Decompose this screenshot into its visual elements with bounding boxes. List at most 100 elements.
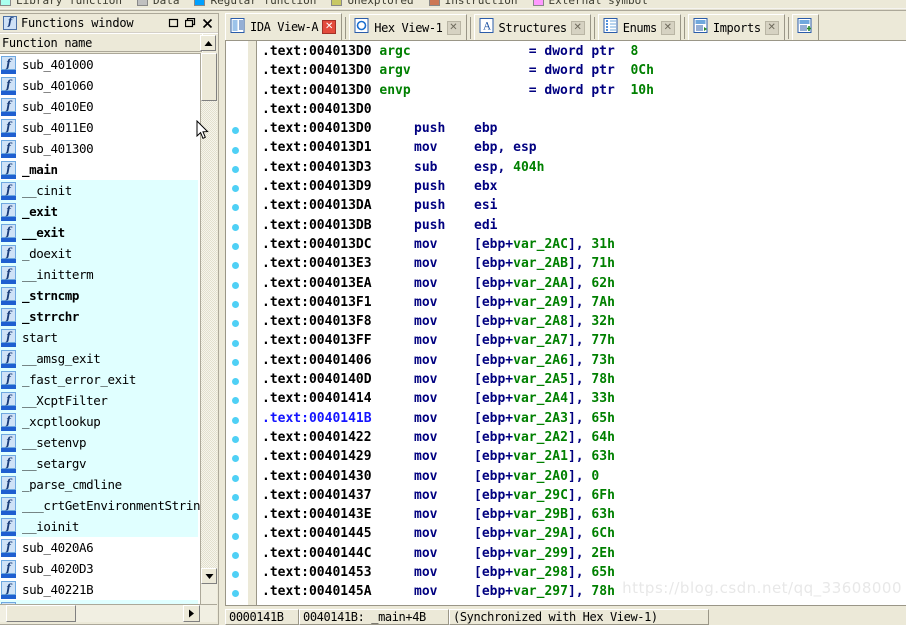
breakpoint-dot[interactable] [232, 378, 239, 386]
disassembly-line[interactable]: .text:00401406 mov [ebp+var_2A6], 73h [262, 353, 906, 372]
disassembly-line[interactable]: .text:004013D0 envp = dword ptr 10h [262, 83, 906, 102]
disassembly-line[interactable]: .text:004013EA mov [ebp+var_2AA], 62h [262, 276, 906, 295]
list-item[interactable]: f _xcptlookup [0, 411, 198, 432]
list-item[interactable]: f sub_40221B [0, 579, 198, 600]
list-item[interactable]: f sub_401060 [0, 75, 198, 96]
disassembly-line[interactable]: .text:0040144C mov [ebp+var_299], 2Eh [262, 546, 906, 565]
breakpoint-dot[interactable] [232, 513, 239, 521]
breakpoint-dot[interactable] [232, 416, 239, 424]
list-item[interactable]: f sub_4020A6 [0, 537, 198, 558]
disassembly-line[interactable]: .text:004013D0 [262, 102, 906, 121]
scroll-up-icon[interactable] [200, 35, 216, 51]
breakpoint-dot[interactable] [232, 165, 239, 173]
functions-horizontal-scrollbar[interactable] [0, 604, 217, 622]
disassembly-line[interactable]: .text:004013E3 mov [ebp+var_2AB], 71h [262, 256, 906, 275]
list-item[interactable]: f __cinit [0, 180, 198, 201]
hscroll-thumb[interactable] [6, 605, 76, 622]
list-item[interactable]: f sub_401000 [0, 54, 198, 75]
list-item[interactable]: f __setenvp [0, 432, 198, 453]
disassembly-line[interactable]: .text:0040143E mov [ebp+var_29B], 63h [262, 507, 906, 526]
list-item[interactable]: f _exit [0, 201, 198, 222]
disassembly-line[interactable]: .text:004013DA push esi [262, 198, 906, 217]
disassembly-line[interactable]: .text:004013D0 push ebp [262, 121, 906, 140]
disassembly-line[interactable]: .text:004013FF mov [ebp+var_2A7], 77h [262, 333, 906, 352]
disassembly-line[interactable]: .text:0040141B mov [ebp+var_2A3], 65h [262, 411, 906, 430]
breakpoint-dot[interactable] [232, 339, 239, 347]
disassembly-line[interactable]: .text:0040140D mov [ebp+var_2A5], 78h [262, 372, 906, 391]
breakpoint-dot[interactable] [232, 185, 239, 193]
disassembly-code-area[interactable]: .text:004013D0 argc = dword ptr 8 .text:00… [258, 41, 906, 605]
list-item[interactable]: f _main [0, 159, 198, 180]
breakpoint-dot[interactable] [232, 127, 239, 135]
functions-list[interactable]: f sub_401000 f sub_401060 f sub_4010E0 f sub_40… [0, 53, 217, 604]
breakpoint-dot[interactable] [232, 474, 239, 482]
disassembly-line[interactable]: .text:004013D1 mov ebp, esp [262, 140, 906, 159]
disassembly-line[interactable]: .text:00401414 mov [ebp+var_2A4], 33h [262, 391, 906, 410]
breakpoint-dot[interactable] [232, 436, 239, 443]
minimize-icon[interactable] [165, 16, 182, 31]
list-item[interactable]: f sub_4010E0 [0, 96, 198, 117]
close-icon[interactable]: ✕ [570, 20, 585, 35]
breakpoint-dot[interactable] [232, 262, 239, 270]
list-item[interactable]: f __exit [0, 222, 198, 243]
list-item[interactable]: f __amsg_exit [0, 348, 198, 369]
scroll-track[interactable] [201, 101, 217, 568]
tab-exports[interactable] [791, 14, 819, 40]
tab-enums[interactable]: Enums ✕ [597, 14, 681, 40]
list-item[interactable]: f __initterm [0, 264, 198, 285]
breakpoint-dot[interactable] [232, 590, 239, 598]
list-item[interactable]: f start [0, 327, 198, 348]
disassembly-line[interactable]: .text:00401461mov[ebp+var_296], 65h [262, 604, 906, 605]
disassembly-line[interactable]: .text:00401445 mov [ebp+var_29A], 6Ch [262, 526, 906, 545]
breakpoint-dot[interactable] [232, 146, 239, 154]
breakpoint-dot[interactable] [232, 358, 239, 366]
close-icon[interactable]: ✕ [660, 20, 675, 35]
breakpoint-dot[interactable] [232, 243, 239, 250]
restore-icon[interactable] [182, 16, 199, 31]
breakpoint-gutter[interactable] [226, 41, 248, 605]
disassembly-line[interactable]: .text:00401422 mov [ebp+var_2A2], 64h [262, 430, 906, 449]
list-item[interactable]: f _strrchr [0, 306, 198, 327]
disassembly-line[interactable]: .text:004013DC mov [ebp+var_2AC], 31h [262, 237, 906, 256]
disassembly-line[interactable]: .text:004013F1 mov [ebp+var_2A9], 7Ah [262, 295, 906, 314]
breakpoint-dot[interactable] [232, 551, 239, 559]
scroll-down-icon[interactable] [201, 568, 217, 584]
function-name-column-header[interactable]: Function name [0, 33, 218, 52]
close-icon[interactable] [199, 16, 216, 31]
list-item[interactable]: f __setargv [0, 453, 198, 474]
breakpoint-dot[interactable] [232, 223, 239, 231]
breakpoint-dot[interactable] [232, 320, 239, 328]
tab-hex-view-1[interactable]: Hex View-1 ✕ [349, 14, 467, 40]
breakpoint-dot[interactable] [232, 493, 239, 501]
list-item[interactable]: f __XcptFilter [0, 390, 198, 411]
breakpoint-dot[interactable] [232, 204, 239, 212]
disassembly-line[interactable]: .text:004013D0 argv = dword ptr 0Ch [262, 63, 906, 82]
breakpoint-dot[interactable] [232, 455, 239, 463]
disassembly-line[interactable]: .text:0040145A mov [ebp+var_297], 78h [262, 584, 906, 603]
list-item[interactable]: f _parse_cmdline [0, 474, 198, 495]
disassembly-line[interactable]: .text:00401429 mov [ebp+var_2A1], 63h [262, 449, 906, 468]
tab-structures[interactable]: A Structures ✕ [473, 14, 591, 40]
tab-ida-view-a[interactable]: IDA View-A ✕ [225, 13, 343, 40]
list-item[interactable]: f sub_401300 [0, 138, 198, 159]
ida-view-a-disassembly[interactable]: .text:004013D0 argc = dword ptr 8 .text:00… [225, 40, 906, 606]
disassembly-line[interactable]: .text:004013F8 mov [ebp+var_2A8], 32h [262, 314, 906, 333]
list-item[interactable]: f _fast_error_exit [0, 369, 198, 390]
breakpoint-dot[interactable] [232, 300, 239, 308]
tab-imports[interactable]: Imports ✕ [687, 14, 785, 40]
list-item[interactable]: f _doexit [0, 243, 198, 264]
scroll-thumb[interactable] [201, 53, 217, 101]
disassembly-line[interactable]: .text:004013D9 push ebx [262, 179, 906, 198]
disassembly-line[interactable]: .text:004013D3 sub esp, 404h [262, 160, 906, 179]
breakpoint-dot[interactable] [232, 281, 239, 289]
disassembly-line[interactable]: .text:004013D0 argc = dword ptr 8 [262, 44, 906, 63]
list-item[interactable]: f __ioinit [0, 516, 198, 537]
list-item[interactable]: f sub_4011E0 [0, 117, 198, 138]
list-item[interactable]: f ___crtGetEnvironmentString [0, 495, 208, 516]
disassembly-line[interactable]: .text:00401430 mov [ebp+var_2A0], 0 [262, 469, 906, 488]
close-icon[interactable]: ✕ [764, 20, 779, 35]
close-icon[interactable]: ✕ [322, 20, 337, 34]
disassembly-line[interactable]: .text:00401453 mov [ebp+var_298], 65h [262, 565, 906, 584]
list-item[interactable]: f _strncmp [0, 285, 198, 306]
close-icon[interactable]: ✕ [446, 20, 461, 35]
